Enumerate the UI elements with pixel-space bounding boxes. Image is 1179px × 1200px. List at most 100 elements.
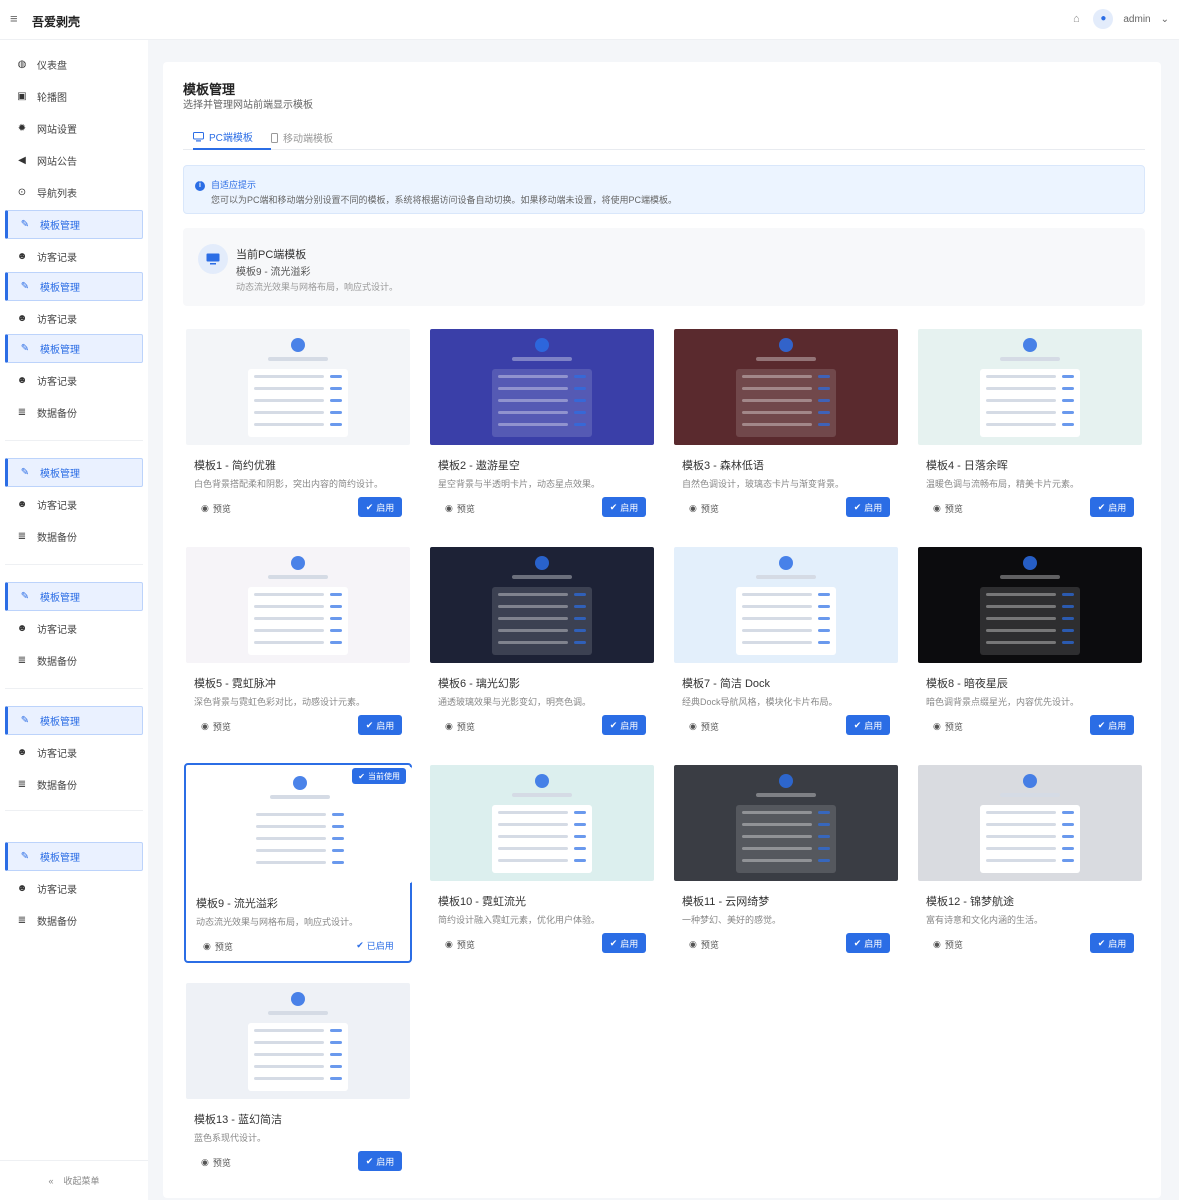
template-thumbnail[interactable]	[188, 767, 412, 883]
sidebar-item[interactable]: ≣ 数据备份	[5, 398, 143, 427]
sidebar-item[interactable]: ☻ 访客记录	[5, 738, 143, 767]
brush-icon: ✎	[20, 343, 30, 354]
template-thumbnail[interactable]	[186, 983, 410, 1099]
template-card[interactable]: 模板7 - 简洁 Dock 经典Dock导航风格，模块化卡片布局。 ◉ 预览 ✔ 启用	[672, 545, 900, 745]
check-circle-icon: ✔	[356, 939, 364, 950]
thumbnail-graphic	[980, 774, 1080, 873]
template-title: 模板12 - 锦梦航途	[926, 896, 1015, 908]
template-title: 模板2 - 遨游星空	[438, 460, 520, 472]
users-icon: ☻	[16, 499, 28, 510]
template-card[interactable]: 模板12 - 锦梦航途 富有诗意和文化内涵的生活。 ◉ 预览 ✔ 启用	[916, 763, 1144, 963]
template-thumbnail[interactable]	[430, 765, 654, 881]
template-description: 深色背景与霓虹色彩对比，动感设计元素。	[194, 697, 366, 707]
template-description: 蓝色系现代设计。	[194, 1133, 267, 1143]
preview-button[interactable]: ◉ 预览	[445, 938, 475, 951]
sidebar-item[interactable]: ≣ 数据备份	[5, 522, 143, 551]
template-card[interactable]: 模板4 - 日落余晖 温暖色调与流畅布局，精美卡片元素。 ◉ 预览 ✔ 启用	[916, 327, 1144, 527]
template-card[interactable]: 模板11 - 云网绮梦 一种梦幻、美好的感觉。 ◉ 预览 ✔ 启用	[672, 763, 900, 963]
preview-button[interactable]: ◉ 预览	[201, 502, 231, 515]
preview-button[interactable]: ◉ 预览	[445, 502, 475, 515]
template-thumbnail[interactable]	[674, 329, 898, 445]
thumbnail-graphic	[980, 556, 1080, 655]
sidebar-item[interactable]: ☻ 访客记录	[5, 242, 143, 271]
sidebar-item[interactable]: ✎ 模板管理	[5, 210, 143, 239]
template-card[interactable]: 模板3 - 森林低语 自然色调设计，玻璃态卡片与渐变背景。 ◉ 预览 ✔ 启用	[672, 327, 900, 527]
template-thumbnail[interactable]	[918, 329, 1142, 445]
preview-button[interactable]: ◉ 预览	[933, 502, 963, 515]
enable-template-button[interactable]: ✔ 启用	[602, 933, 646, 953]
sidebar-item[interactable]: ⊙ 导航列表	[5, 178, 143, 207]
preview-button[interactable]: ◉ 预览	[689, 938, 719, 951]
template-card[interactable]: 模板9 - 流光溢彩 动态流光效果与网格布局，响应式设计。 ◉ 预览 ✔ 当前使用 ✔ 已启用	[184, 763, 412, 963]
sidebar-item[interactable]: ▣ 轮播图	[5, 82, 143, 111]
template-thumbnail[interactable]	[430, 547, 654, 663]
chevron-down-icon[interactable]: ⌄	[1161, 14, 1169, 25]
sidebar-item[interactable]: ✹ 网站设置	[5, 114, 143, 143]
user-avatar-icon[interactable]: ●	[1093, 9, 1114, 29]
template-thumbnail[interactable]	[918, 547, 1142, 663]
enable-template-button[interactable]: ✔ 启用	[846, 933, 890, 953]
enable-template-button[interactable]: ✔ 启用	[1090, 933, 1134, 953]
preview-label: 预览	[456, 722, 475, 732]
brush-icon: ✎	[20, 715, 30, 726]
template-card[interactable]: 模板10 - 霓虹流光 简约设计融入霓虹元素，优化用户体验。 ◉ 预览 ✔ 启用	[428, 763, 656, 963]
template-card[interactable]: 模板1 - 简约优雅 白色背景搭配柔和阴影，突出内容的简约设计。 ◉ 预览 ✔ 启用	[184, 327, 412, 527]
template-thumbnail[interactable]	[674, 547, 898, 663]
template-thumbnail[interactable]	[186, 329, 410, 445]
preview-button[interactable]: ◉ 预览	[445, 720, 475, 733]
enable-template-button[interactable]: ✔ 启用	[602, 715, 646, 735]
sidebar-item[interactable]: ☻ 访客记录	[5, 490, 143, 519]
sidebar-item[interactable]: ✎ 模板管理	[5, 334, 143, 363]
check-icon: ✔	[365, 501, 374, 512]
sidebar-item[interactable]: ≣ 数据备份	[5, 770, 143, 799]
sidebar-item[interactable]: ☻ 访客记录	[5, 366, 143, 395]
preview-button[interactable]: ◉ 预览	[933, 720, 963, 733]
enable-template-button[interactable]: ✔ 启用	[358, 497, 402, 517]
sidebar: ◍ 仪表盘 ▣ 轮播图 ✹ 网站设置 ◀ 网站公告 ⊙ 导航列表 ✎ 模板管理 ☻ 访客记录 ✎ 模板管理 ☻ 访…	[0, 40, 148, 1200]
preview-button[interactable]: ◉ 预览	[933, 938, 963, 951]
template-card[interactable]: 模板5 - 霓虹脉冲 深色背景与霓虹色彩对比，动感设计元素。 ◉ 预览 ✔ 启用	[184, 545, 412, 745]
enable-template-button[interactable]: ✔ 启用	[846, 497, 890, 517]
template-thumbnail[interactable]	[430, 329, 654, 445]
template-card[interactable]: 模板13 - 蓝幻简洁 蓝色系现代设计。 ◉ 预览 ✔ 启用	[184, 981, 412, 1181]
enable-template-button[interactable]: ✔ 启用	[846, 715, 890, 735]
preview-button[interactable]: ◉ 预览	[689, 502, 719, 515]
preview-button[interactable]: ◉ 预览	[201, 720, 231, 733]
sidebar-item[interactable]: ≣ 数据备份	[5, 906, 143, 935]
sidebar-item[interactable]: ✎ 模板管理	[5, 582, 143, 611]
username[interactable]: admin	[1123, 14, 1150, 25]
sidebar-item[interactable]: ✎ 模板管理	[5, 842, 143, 871]
sidebar-item[interactable]: ≣ 数据备份	[5, 646, 143, 675]
sidebar-item[interactable]: ☻ 访客记录	[5, 874, 143, 903]
sidebar-item[interactable]: ✎ 模板管理	[5, 706, 143, 735]
tab-mobile-templates[interactable]: 移动端模板	[271, 125, 351, 150]
sidebar-item[interactable]: ◍ 仪表盘	[5, 50, 143, 79]
preview-button[interactable]: ◉ 预览	[689, 720, 719, 733]
tab-pc-templates[interactable]: PC端模板	[193, 125, 271, 150]
sidebar-item[interactable]: ✎ 模板管理	[5, 458, 143, 487]
enable-template-button[interactable]: ✔ 启用	[602, 497, 646, 517]
enable-template-button[interactable]: ✔ 启用	[1090, 715, 1134, 735]
sidebar-item[interactable]: ☻ 访客记录	[5, 614, 143, 643]
template-card[interactable]: 模板8 - 暗夜星辰 暗色调背景点缀星光，内容优先设计。 ◉ 预览 ✔ 启用	[916, 545, 1144, 745]
check-icon: ✔	[853, 937, 862, 948]
menu-icon[interactable]: ≡	[10, 12, 24, 26]
preview-button[interactable]: ◉ 预览	[203, 940, 233, 953]
home-icon[interactable]: ⌂	[1069, 12, 1083, 26]
template-thumbnail[interactable]	[918, 765, 1142, 881]
template-card[interactable]: 模板6 - 璃光幻影 通透玻璃效果与光影变幻，明亮色调。 ◉ 预览 ✔ 启用	[428, 545, 656, 745]
template-thumbnail[interactable]	[186, 547, 410, 663]
sidebar-item-label: 模板管理	[40, 469, 80, 480]
enable-template-button[interactable]: ✔ 启用	[358, 1151, 402, 1171]
template-card[interactable]: 模板2 - 遨游星空 星空背景与半透明卡片，动态星点效果。 ◉ 预览 ✔ 启用	[428, 327, 656, 527]
enable-template-button[interactable]: ✔ 启用	[358, 715, 402, 735]
sidebar-item[interactable]: ◀ 网站公告	[5, 146, 143, 175]
template-thumbnail[interactable]	[674, 765, 898, 881]
sidebar-item[interactable]: ☻ 访客记录	[5, 304, 143, 333]
preview-button[interactable]: ◉ 预览	[201, 1156, 231, 1169]
sidebar-item[interactable]: ✎ 模板管理	[5, 272, 143, 301]
template-description: 动态流光效果与网格布局，响应式设计。	[196, 917, 359, 927]
enable-template-button[interactable]: ✔ 启用	[1090, 497, 1134, 517]
sidebar-item-label: 访客记录	[37, 377, 77, 388]
collapse-menu-button[interactable]: « 收起菜单	[0, 1160, 148, 1200]
